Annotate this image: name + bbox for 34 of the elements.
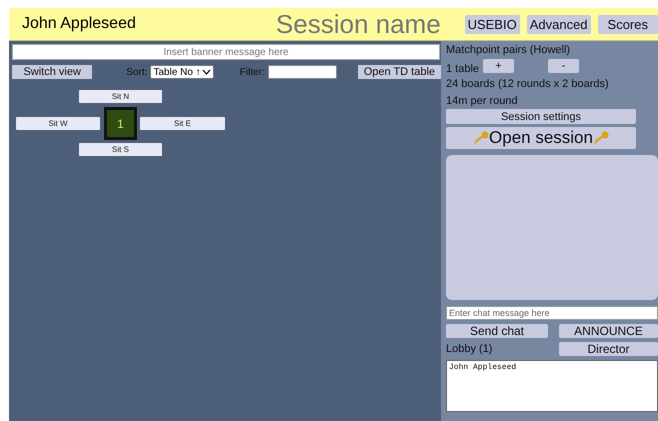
- boards-text: 24 boards (12 rounds x 2 boards): [446, 77, 610, 92]
- table-count: 1 table: [446, 62, 480, 74]
- table-number[interactable]: 1: [104, 107, 137, 140]
- sort-dropdown[interactable]: Table No ↑: [150, 65, 214, 79]
- session-settings-button[interactable]: Session settings: [446, 109, 636, 124]
- round-time-text: 14m per round: [446, 94, 519, 109]
- director-button[interactable]: Director: [559, 342, 658, 356]
- sit-button[interactable]: Sit E: [140, 117, 225, 130]
- session-title: Session name: [274, 8, 442, 40]
- filter-field[interactable]: [268, 65, 337, 79]
- banner-message-field[interactable]: Insert banner message here: [12, 44, 440, 60]
- open-td-table-button[interactable]: Open TD table: [358, 65, 441, 79]
- key-icon: [592, 131, 609, 145]
- key-icon: [473, 131, 490, 145]
- switch-view-button[interactable]: Switch view: [12, 65, 92, 79]
- open-session-button[interactable]: Open session: [446, 127, 636, 149]
- minus-button[interactable]: -: [548, 59, 579, 73]
- sort-label: Sort:: [126, 66, 148, 78]
- filter-label: Filter:: [240, 66, 265, 78]
- lobby-label: Lobby (1): [446, 343, 494, 355]
- plus-button[interactable]: +: [483, 59, 514, 73]
- movement-text: Matchpoint pairs (Howell): [446, 43, 572, 58]
- header-button[interactable]: USEBIO: [464, 14, 520, 34]
- announce-button[interactable]: ANNOUNCE: [559, 324, 658, 338]
- lobby-user[interactable]: John Appleseed: [449, 363, 655, 372]
- send-chat-button[interactable]: Send chat: [446, 324, 548, 338]
- sit-button[interactable]: Sit N: [79, 90, 162, 103]
- header-button[interactable]: Advanced: [526, 14, 591, 34]
- sit-button[interactable]: Sit S: [79, 143, 162, 156]
- header-button[interactable]: Scores: [598, 14, 658, 34]
- user-name: John Appleseed: [22, 15, 137, 33]
- sit-button[interactable]: Sit W: [16, 117, 100, 130]
- chevron-down-icon: [202, 69, 211, 75]
- chat-message-field[interactable]: Enter chat message here: [446, 306, 658, 320]
